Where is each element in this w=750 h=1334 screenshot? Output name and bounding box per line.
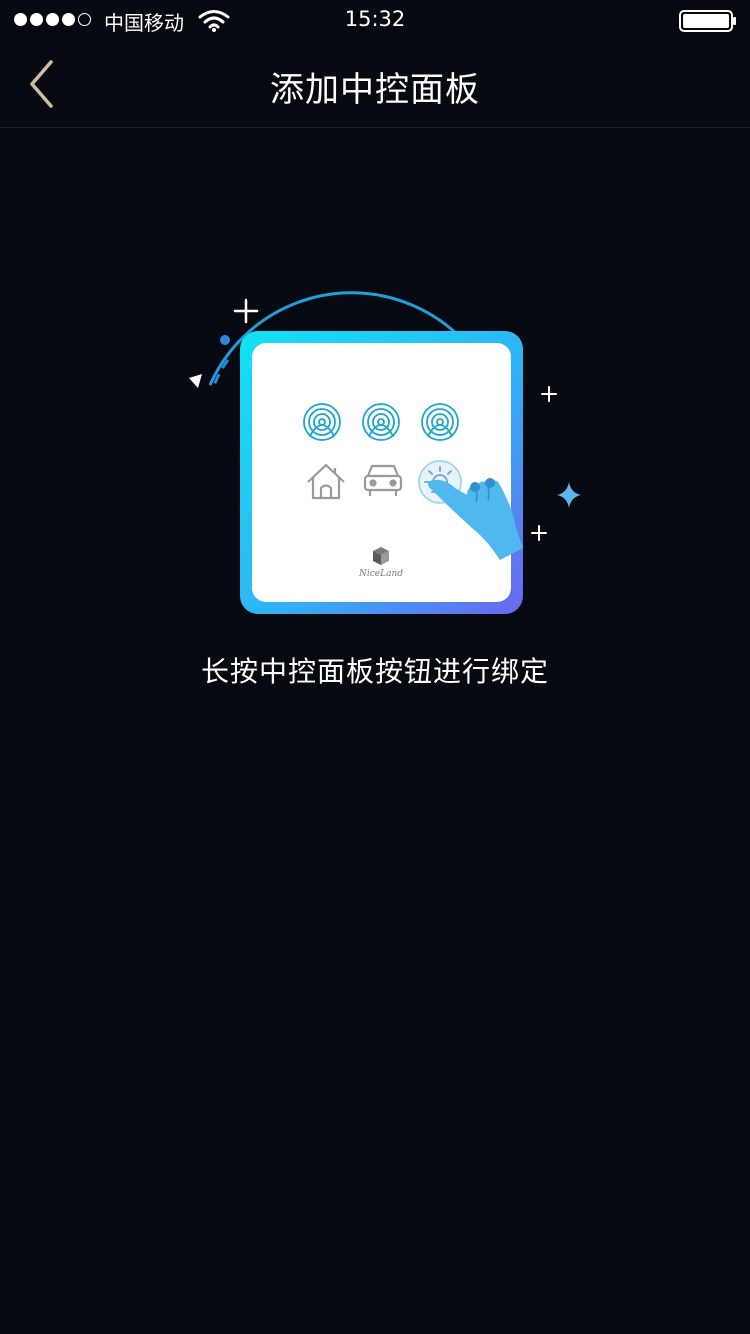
plus-sparkle [233,298,259,324]
battery-icon [679,10,736,32]
screen: 中国移动 15:32 添加中控面板 NiceLand 长按中控面板按钮进行绑定 [0,0,750,1334]
orbit-arrow [189,374,202,388]
binding-instruction: 长按中控面板按钮进行绑定 [200,655,549,688]
plus-sparkle [531,525,547,541]
orbit-dot [220,335,230,345]
brand-name: NiceLand [358,569,403,579]
control-panel-illustration: NiceLand [189,291,581,614]
star-sparkle [557,482,581,508]
plus-sparkle [541,386,557,402]
navigation-bar: 添加中控面板 [0,40,750,128]
page-title: 添加中控面板 [270,70,480,110]
status-bar: 中国移动 15:32 [0,0,750,40]
status-time: 15:32 [344,7,406,31]
